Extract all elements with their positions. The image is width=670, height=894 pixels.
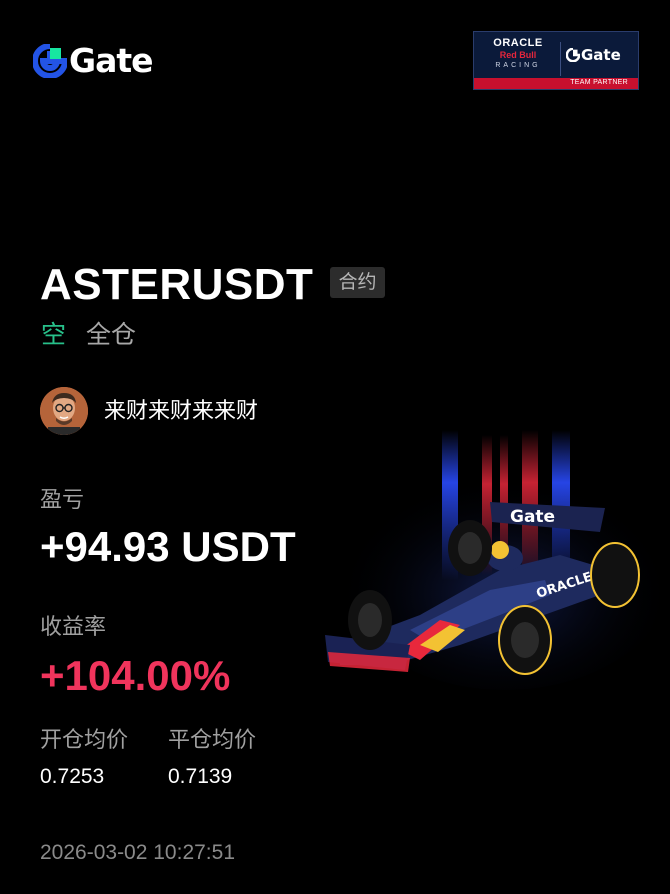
position-side: 空 [41,321,67,349]
roi-label: 收益率 [40,614,107,639]
trading-pair: ASTERUSDT [40,260,314,309]
racing-text: RACING [495,62,541,69]
margin-mode: 全仓 [86,321,137,349]
avatar [40,387,88,435]
redbull-text: Red Bull [499,50,537,60]
oracle-text: ORACLE [493,37,543,49]
close-price-label: 平仓均价 [168,727,257,752]
partner-caption: TEAM PARTNER [570,79,628,86]
partner-gate-logo: Gate [566,46,621,64]
partner-divider [560,42,561,76]
brand-name: Gate [69,41,154,80]
gate-logo: Gate [33,41,154,80]
svg-text:Gate: Gate [510,507,555,527]
team-partner-badge: ORACLE Red Bull RACING Gate TEAM PARTNER [473,31,639,90]
open-price-label: 开仓均价 [40,727,129,752]
partner-caption-bar: TEAM PARTNER [474,78,638,89]
close-price-value: 0.7139 [168,765,233,788]
timestamp: 2026-03-02 10:27:51 [40,841,235,864]
avatar-icon [40,387,88,435]
contract-tag: 合约 [330,267,385,298]
roi-value: +104.00% [40,652,231,699]
gate-logo-icon [566,48,580,62]
pnl-value: +94.93 USDT [40,523,296,570]
username: 来财来财来来财 [104,398,259,423]
open-price-value: 0.7253 [40,765,105,788]
gate-logo-icon [33,44,67,78]
pnl-label: 盈亏 [40,487,85,512]
racing-car-illustration: Gate ORACLE [325,430,670,690]
